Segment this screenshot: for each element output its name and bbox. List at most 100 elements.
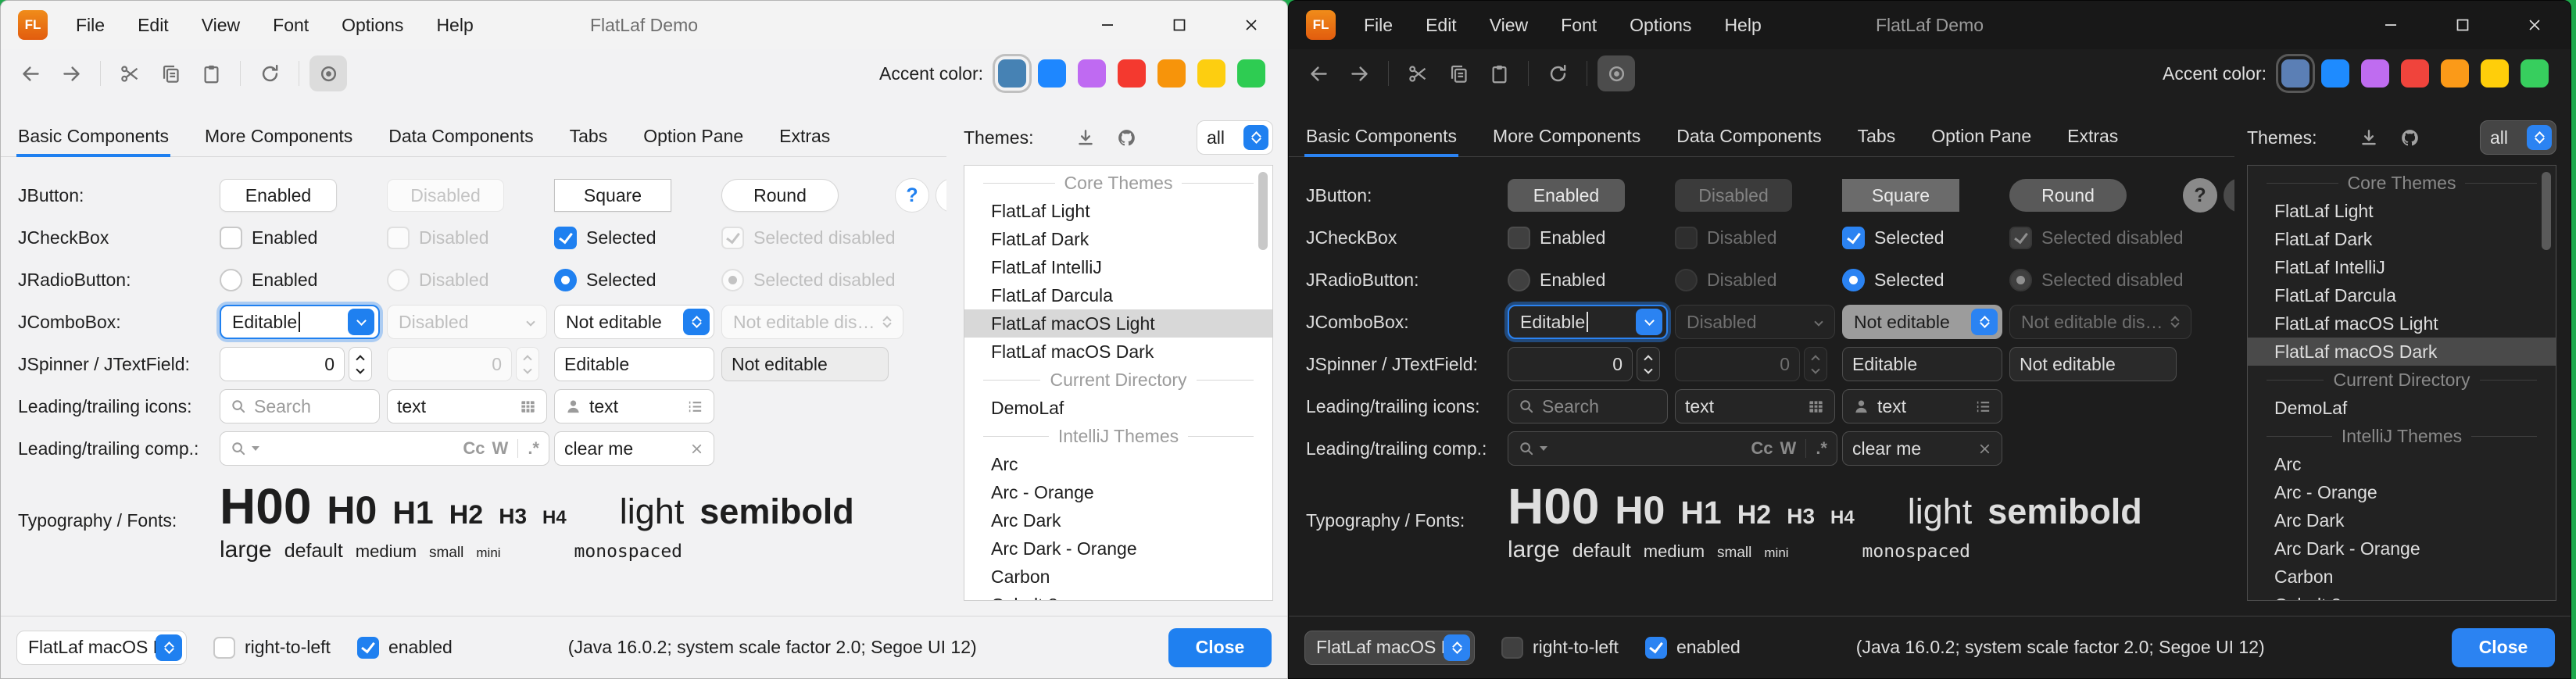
- regex-button[interactable]: .*: [528, 438, 539, 459]
- laf-value[interactable]: FlatLaf macOS Li…: [28, 637, 156, 658]
- menu-item-help[interactable]: Help: [436, 15, 473, 36]
- clear-field[interactable]: clear me: [554, 431, 714, 466]
- textfield-value[interactable]: clear me: [1852, 438, 1921, 459]
- textfield-value[interactable]: text: [397, 396, 426, 417]
- cut-button[interactable]: [1399, 55, 1436, 91]
- combobox-value[interactable]: Not editable: [1854, 312, 1950, 333]
- theme-item[interactable]: Arc: [2248, 450, 2556, 478]
- theme-item[interactable]: Arc: [964, 450, 1272, 478]
- menu-item-edit[interactable]: Edit: [138, 15, 169, 36]
- match-case-button[interactable]: Cc: [463, 438, 485, 459]
- download-icon[interactable]: [2359, 127, 2379, 148]
- close-window-button[interactable]: [1215, 1, 1287, 49]
- accent-swatch-orange[interactable]: [2441, 59, 2469, 88]
- cut-button[interactable]: [111, 55, 148, 91]
- textfield-value[interactable]: text: [589, 396, 618, 417]
- refresh-button[interactable]: [1539, 55, 1576, 91]
- back-button[interactable]: [1300, 55, 1337, 91]
- text-field-calendar[interactable]: text: [387, 389, 547, 423]
- minimize-button[interactable]: [2355, 1, 2427, 49]
- menu-item-view[interactable]: View: [1490, 15, 1528, 36]
- accent-swatch-red[interactable]: [1118, 59, 1146, 88]
- spinner-value[interactable]: 0: [1508, 347, 1633, 381]
- theme-item[interactable]: FlatLaf Dark: [964, 225, 1272, 253]
- tab-data-components[interactable]: Data Components: [1676, 116, 1821, 156]
- accent-swatch-green[interactable]: [2521, 59, 2549, 88]
- download-icon[interactable]: [1075, 127, 1096, 148]
- whole-word-button[interactable]: W: [492, 438, 509, 459]
- accent-swatch-blue[interactable]: [1038, 59, 1066, 88]
- menu-item-file[interactable]: File: [76, 15, 105, 36]
- textfield-value[interactable]: text: [1877, 396, 1906, 417]
- radio-enabled[interactable]: [1508, 269, 1530, 291]
- text-field-user[interactable]: text: [554, 389, 714, 423]
- accent-swatch-purple[interactable]: [1078, 59, 1106, 88]
- paste-button[interactable]: [192, 55, 230, 91]
- spinner-buttons[interactable]: [349, 347, 372, 381]
- theme-item[interactable]: FlatLaf Dark: [2248, 225, 2556, 253]
- radio-selected[interactable]: [1842, 269, 1865, 291]
- scrollbar-thumb[interactable]: [1258, 172, 1268, 250]
- theme-item[interactable]: FlatLaf IntelliJ: [2248, 253, 2556, 281]
- theme-item[interactable]: Cobalt 2: [2248, 591, 2556, 601]
- clear-x-icon[interactable]: [1977, 441, 1992, 456]
- text-field-calendar[interactable]: text: [1675, 389, 1835, 423]
- tab-tabs[interactable]: Tabs: [1858, 116, 1896, 156]
- right-to-left-checkbox[interactable]: [213, 637, 235, 659]
- spinner[interactable]: 0: [220, 347, 372, 381]
- radio-selected[interactable]: [554, 269, 577, 291]
- clear-field[interactable]: clear me: [1842, 431, 2002, 466]
- accent-swatch-green[interactable]: [1237, 59, 1265, 88]
- text-field-user[interactable]: text: [1842, 389, 2002, 423]
- whole-word-button[interactable]: W: [1780, 438, 1797, 459]
- theme-filter-combobox[interactable]: all: [1197, 120, 1273, 155]
- theme-item[interactable]: FlatLaf Darcula: [2248, 281, 2556, 309]
- show-indicators-toggle[interactable]: [1597, 55, 1635, 91]
- combobox-editable[interactable]: Editable: [1508, 305, 1668, 339]
- accent-swatch-default[interactable]: [998, 59, 1026, 88]
- refresh-button[interactable]: [251, 55, 288, 91]
- combobox-value[interactable]: Editable: [1520, 312, 1585, 333]
- scrollbar-thumb[interactable]: [2542, 172, 2551, 250]
- square-button[interactable]: Square: [554, 179, 671, 212]
- textfield-editable[interactable]: Editable: [1842, 347, 2002, 381]
- search-options-field[interactable]: Cc W .*: [1508, 431, 1837, 466]
- clear-x-icon[interactable]: [689, 441, 704, 456]
- right-to-left-checkbox[interactable]: [1501, 637, 1523, 659]
- menu-item-file[interactable]: File: [1364, 15, 1393, 36]
- combo-updown-button[interactable]: [2527, 125, 2552, 150]
- combobox-editable[interactable]: Editable: [220, 305, 380, 339]
- theme-item[interactable]: FlatLaf IntelliJ: [964, 253, 1272, 281]
- combobox-value[interactable]: Not editable: [566, 312, 662, 333]
- spinner-value[interactable]: 0: [220, 347, 345, 381]
- theme-item[interactable]: Arc - Orange: [2248, 478, 2556, 506]
- theme-item[interactable]: FlatLaf Darcula: [964, 281, 1272, 309]
- forward-button[interactable]: [1340, 55, 1378, 91]
- accent-swatch-red[interactable]: [2401, 59, 2429, 88]
- show-indicators-toggle[interactable]: [309, 55, 347, 91]
- combobox-not-editable[interactable]: Not editable: [554, 305, 714, 339]
- checkbox-enabled[interactable]: [1508, 227, 1530, 249]
- theme-item[interactable]: Arc Dark: [964, 506, 1272, 534]
- textfield-editable[interactable]: Editable: [554, 347, 714, 381]
- textfield-value[interactable]: text: [1685, 396, 1714, 417]
- theme-item[interactable]: FlatLaf macOS Light: [2248, 309, 2556, 338]
- theme-item[interactable]: FlatLaf Light: [2248, 197, 2556, 225]
- copy-button[interactable]: [152, 55, 189, 91]
- tab-more-components[interactable]: More Components: [1493, 116, 1640, 156]
- github-icon[interactable]: [1116, 127, 1137, 148]
- checkbox-selected[interactable]: [1842, 227, 1865, 249]
- github-icon[interactable]: [2399, 127, 2420, 148]
- combobox-value[interactable]: Editable: [232, 312, 297, 333]
- theme-item[interactable]: FlatLaf Light: [964, 197, 1272, 225]
- accent-swatch-purple[interactable]: [2361, 59, 2389, 88]
- combo-updown-button[interactable]: [1971, 309, 1998, 335]
- checkbox-enabled[interactable]: [220, 227, 242, 249]
- accent-swatch-yellow[interactable]: [1197, 59, 1225, 88]
- theme-filter-combobox[interactable]: all: [2480, 120, 2556, 155]
- list-menu-icon[interactable]: [686, 398, 704, 416]
- filter-value[interactable]: all: [2490, 127, 2508, 148]
- theme-item[interactable]: Cobalt 2: [964, 591, 1272, 601]
- laf-value[interactable]: FlatLaf macOS D…: [1316, 637, 1444, 658]
- tab-extras[interactable]: Extras: [2067, 116, 2118, 156]
